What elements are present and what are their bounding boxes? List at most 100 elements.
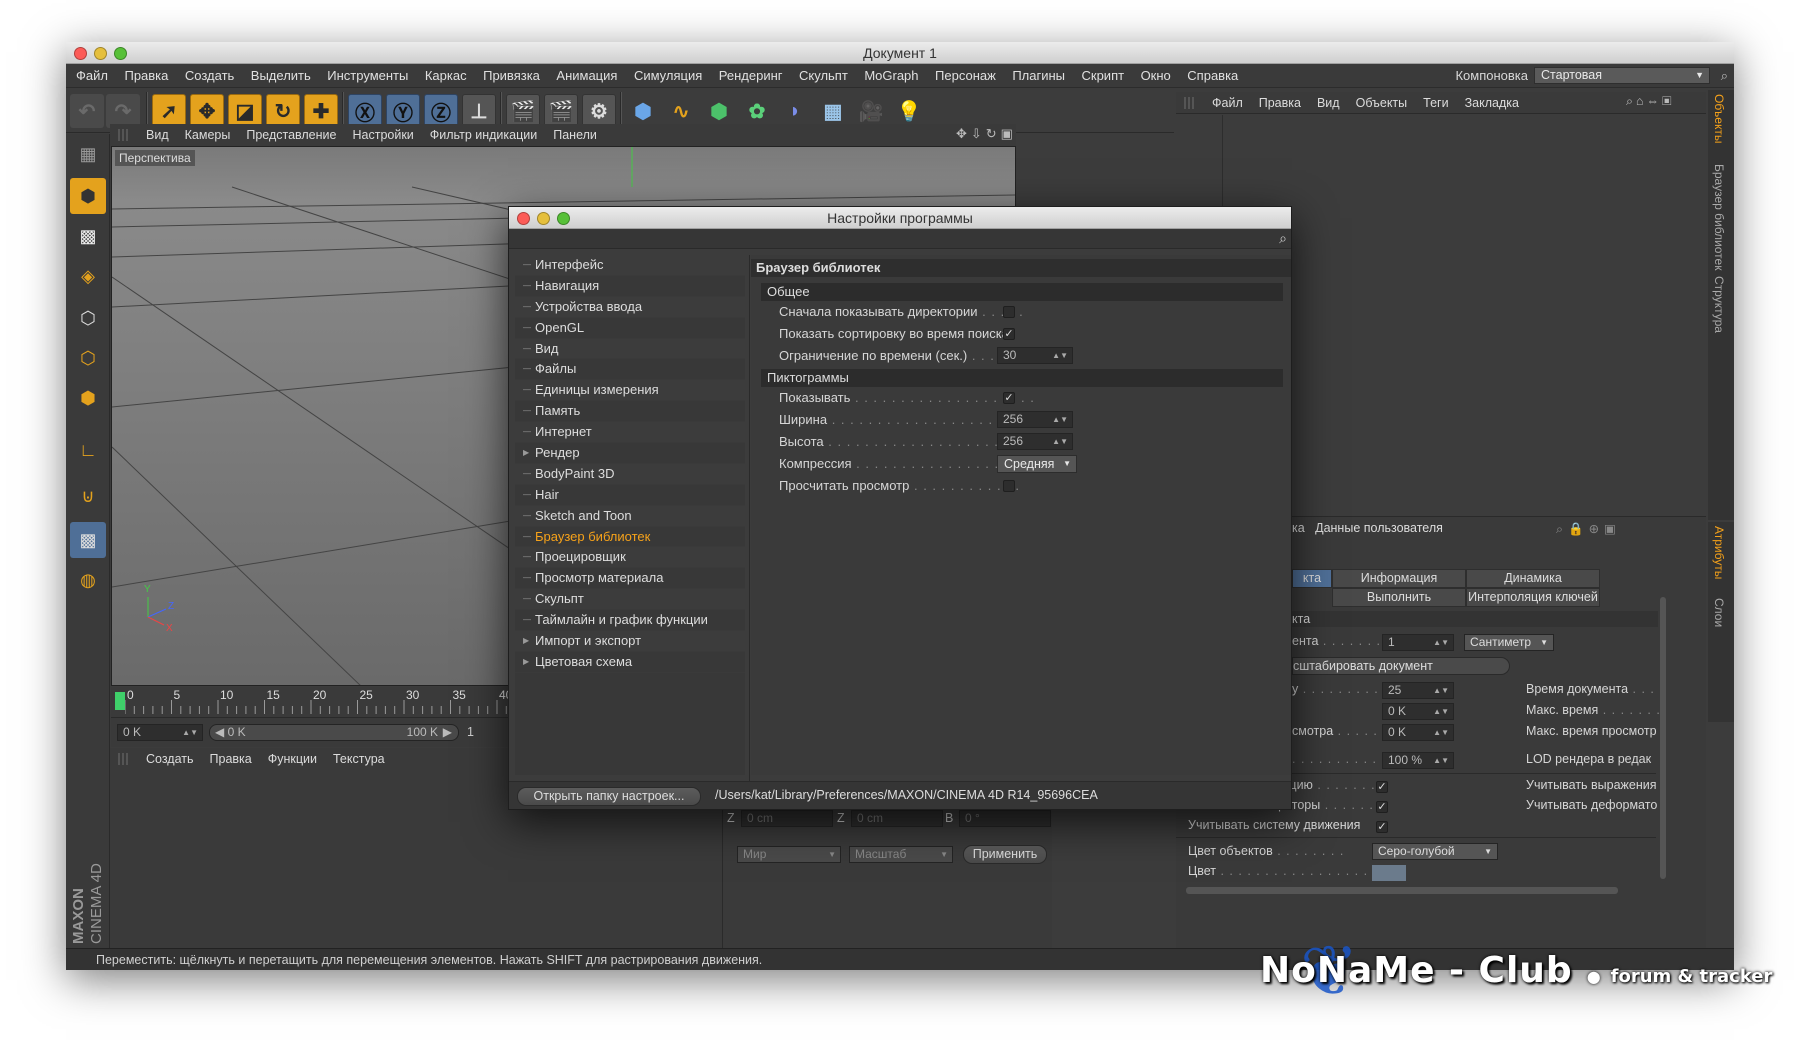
- viewport-menu-item[interactable]: Камеры: [185, 128, 231, 142]
- pref-nav-item[interactable]: — Интернет: [515, 422, 745, 444]
- pref-nav-item[interactable]: — BodyPaint 3D: [515, 463, 745, 485]
- panel-grip-icon[interactable]: [118, 129, 130, 141]
- close-button[interactable]: [74, 47, 87, 60]
- undo-icon[interactable]: ↶: [70, 94, 104, 128]
- object-menu-item[interactable]: Правка: [1259, 96, 1301, 110]
- viewport-nav-icons[interactable]: ✥⇩↻▣: [956, 126, 1017, 142]
- scale-select[interactable]: Масштаб ▼: [849, 846, 953, 863]
- pref-nav-item[interactable]: — Проецировщик: [515, 547, 745, 569]
- panel-grip-icon[interactable]: [1184, 96, 1196, 109]
- menu-item[interactable]: MoGraph: [864, 68, 918, 83]
- zoom-button[interactable]: [114, 47, 127, 60]
- pref-nav-item[interactable]: — Браузер библиотек: [515, 527, 745, 548]
- vertical-scrollbar[interactable]: [1660, 597, 1666, 879]
- playhead[interactable]: [115, 692, 125, 710]
- pref-nav-item[interactable]: — Вид: [515, 338, 745, 360]
- pref-nav-item[interactable]: — Навигация: [515, 276, 745, 297]
- horizontal-scrollbar[interactable]: [1186, 887, 1618, 894]
- pref-nav-item[interactable]: — OpenGL: [515, 318, 745, 339]
- unit-select[interactable]: Сантиметр ▼: [1464, 634, 1554, 651]
- light-icon[interactable]: 💡: [892, 94, 926, 128]
- menu-item[interactable]: Выделить: [251, 68, 311, 83]
- axis-mode-icon[interactable]: ∟: [70, 432, 106, 468]
- dialog-minimize-button[interactable]: [537, 212, 550, 225]
- pref-nav-item[interactable]: — Sketch and Toon: [515, 505, 745, 527]
- dialog-zoom-button[interactable]: [557, 212, 570, 225]
- coord-field[interactable]: 0 cm: [851, 810, 943, 827]
- tab-execute[interactable]: Выполнить: [1332, 588, 1466, 607]
- object-menu-item[interactable]: Объекты: [1356, 96, 1408, 110]
- pref-nav-item[interactable]: ▶ Импорт и экспорт: [515, 631, 745, 652]
- precalc-checkbox[interactable]: [1003, 480, 1015, 492]
- dialog-search-icon[interactable]: ⌕: [1279, 230, 1287, 247]
- pref-nav-item[interactable]: — Скульпт: [515, 589, 745, 611]
- time-limit-field[interactable]: 30 ▲▼: [997, 347, 1073, 364]
- tab-objects[interactable]: Объекты: [1712, 94, 1726, 144]
- coordinate-system-icon[interactable]: ⊥: [462, 94, 496, 128]
- z-axis-icon[interactable]: Ⓩ: [424, 94, 458, 128]
- menu-item[interactable]: Анимация: [556, 68, 617, 83]
- pref-nav-item[interactable]: — Таймлайн и график функции: [515, 610, 745, 632]
- workplane-icon[interactable]: ◈: [70, 258, 106, 294]
- sort-search-checkbox[interactable]: ✓: [1003, 328, 1015, 340]
- use-motion-checkbox[interactable]: ✓: [1376, 821, 1388, 833]
- compression-select[interactable]: Средняя ▼: [997, 455, 1077, 473]
- open-settings-folder-button[interactable]: Открыть папку настроек...: [517, 787, 701, 806]
- object-manager-icons[interactable]: ⌕⌂⇔▣: [1626, 94, 1675, 109]
- points-mode-icon[interactable]: ⬡: [70, 300, 106, 336]
- pref-nav-item[interactable]: — Интерфейс: [515, 255, 745, 276]
- expand-arrow-icon[interactable]: ▶: [523, 443, 529, 464]
- y-axis-icon[interactable]: Ⓨ: [386, 94, 420, 128]
- dialog-close-button[interactable]: [517, 212, 530, 225]
- menu-item[interactable]: Плагины: [1012, 68, 1065, 83]
- pref-nav-item[interactable]: — Единицы измерения: [515, 380, 745, 402]
- magnet-icon[interactable]: ⊍: [70, 478, 106, 514]
- viewport-menu-item[interactable]: Панели: [553, 128, 597, 142]
- cube-icon[interactable]: ⬢: [626, 94, 660, 128]
- expand-arrow-icon[interactable]: ▶: [523, 652, 529, 673]
- menu-item[interactable]: Персонаж: [935, 68, 996, 83]
- coord-field[interactable]: 0 °: [959, 810, 1051, 827]
- model-mode-icon[interactable]: ▦: [70, 136, 106, 172]
- pref-nav-item[interactable]: — Hair: [515, 485, 745, 506]
- search-icon[interactable]: ⌕: [1721, 68, 1728, 84]
- camera-icon[interactable]: 🎥: [854, 94, 888, 128]
- x-axis-icon[interactable]: Ⓧ: [348, 94, 382, 128]
- pref-nav-item[interactable]: — Память: [515, 401, 745, 423]
- use-animation-checkbox[interactable]: ✓: [1376, 781, 1388, 793]
- snap-icon[interactable]: ◍: [70, 562, 106, 598]
- menu-item[interactable]: Симуляция: [634, 68, 702, 83]
- object-menu-item[interactable]: Закладка: [1465, 96, 1519, 110]
- menu-item[interactable]: Создать: [185, 68, 234, 83]
- material-menu-item[interactable]: Создать: [146, 752, 194, 766]
- deformer-icon[interactable]: ◗: [778, 94, 812, 128]
- menu-item[interactable]: Справка: [1187, 68, 1238, 83]
- color-swatch[interactable]: [1372, 865, 1406, 881]
- preview-min-field[interactable]: 0 K ▲▼: [1382, 724, 1454, 741]
- pref-nav-item[interactable]: — Просмотр материала: [515, 568, 745, 590]
- render-picture-viewer-icon[interactable]: 🎬: [544, 94, 578, 128]
- scale-document-button[interactable]: сштабировать документ: [1292, 657, 1510, 675]
- material-menu-item[interactable]: Текстура: [333, 752, 385, 766]
- pref-nav-item[interactable]: ▶ Рендер: [515, 443, 745, 464]
- tab-dynamics[interactable]: Динамика: [1466, 569, 1600, 588]
- material-menu-item[interactable]: Правка: [210, 752, 252, 766]
- scale-tool-icon[interactable]: ◪: [228, 94, 262, 128]
- doc-scale-field[interactable]: 1 ▲▼: [1382, 634, 1454, 651]
- rotate-tool-icon[interactable]: ↻: [266, 94, 300, 128]
- menu-item[interactable]: Привязка: [483, 68, 540, 83]
- pref-nav-item[interactable]: — Файлы: [515, 359, 745, 381]
- viewport-menu-item[interactable]: Фильтр индикации: [430, 128, 537, 142]
- layout-select[interactable]: Стартовая ▼: [1534, 67, 1710, 84]
- viewport-menu-item[interactable]: Вид: [146, 128, 169, 142]
- pref-nav-item[interactable]: ▶ Цветовая схема: [515, 652, 745, 673]
- lod-field[interactable]: 100 % ▲▼: [1382, 752, 1454, 769]
- panel-grip-icon[interactable]: [118, 753, 130, 765]
- object-menu-item[interactable]: Файл: [1212, 96, 1243, 110]
- current-frame-field[interactable]: 0 K ▲▼: [117, 724, 203, 741]
- move-tool-icon[interactable]: ✥: [190, 94, 224, 128]
- object-menu-item[interactable]: Вид: [1317, 96, 1340, 110]
- tab-layers[interactable]: Слои: [1712, 598, 1726, 627]
- tab-library-browser[interactable]: Браузер библиотек: [1712, 164, 1726, 270]
- fps-field[interactable]: 25 ▲▼: [1382, 682, 1454, 699]
